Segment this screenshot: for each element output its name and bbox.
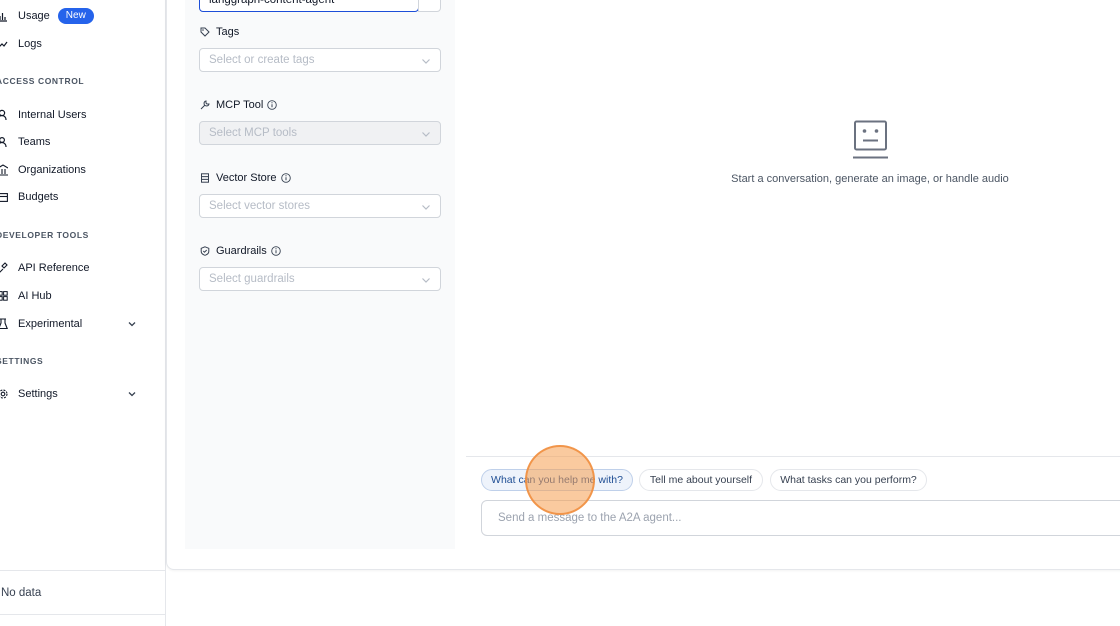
sidebar-item-label: Usage [18,10,50,22]
vector-store-label-text: Vector Store [216,172,277,184]
section-title-access-control: ACCESS CONTROL [0,76,85,86]
info-icon[interactable] [267,100,278,110]
suggestion-chip-about[interactable]: Tell me about yourself [639,469,763,491]
sidebar-item-logs[interactable]: Logs [0,31,42,57]
sidebar-item-label: Logs [18,38,42,50]
sidebar-item-label: Organizations [18,164,86,176]
gear-icon [0,388,8,400]
section-title-developer-tools: DEVELOPER TOOLS [0,230,89,240]
sidebar-item-budgets[interactable]: Budgets [0,184,58,210]
tags-placeholder: Select or create tags [209,54,315,66]
new-badge: New [57,8,94,24]
sidebar-item-label: AI Hub [18,290,52,302]
sidebar-item-teams[interactable]: Teams [0,129,50,155]
sidebar-item-label: Budgets [18,191,59,203]
tags-label: Tags [200,26,239,38]
suggestion-chip-tasks[interactable]: What tasks can you perform? [770,469,927,491]
tags-select[interactable]: Select or create tags [199,48,441,72]
database-icon [201,173,209,183]
info-icon[interactable] [280,173,291,183]
chevron-down-icon [422,59,430,64]
sidebar-item-organizations[interactable]: Organizations [0,157,86,183]
guardrails-placeholder: Select guardrails [209,273,295,285]
info-icon[interactable] [270,246,281,256]
bar-chart-icon [0,10,8,22]
suggestion-chip-help[interactable]: What can you help me with? [481,469,633,491]
sidebar-item-api-reference[interactable]: API Reference [0,255,90,281]
agent-select-value: langgraph-content-agent [209,0,335,6]
user-icon [0,109,8,121]
grid-icon [0,290,8,302]
sidebar-item-settings[interactable]: Settings [0,381,165,407]
robot-icon [853,120,888,159]
sidebar-item-label: Settings [18,388,58,400]
chevron-down-icon [128,322,136,327]
mcp-tool-select[interactable]: Select MCP tools [199,121,441,145]
sidebar-footer: No data [0,570,166,615]
sidebar-item-label: Teams [18,136,51,148]
wallet-icon [0,191,8,203]
wrench-icon [200,100,210,110]
guardrails-label: Guardrails [200,245,281,257]
guardrails-label-text: Guardrails [216,245,267,257]
mcp-tool-label: MCP Tool [200,99,278,111]
vector-store-placeholder: Select vector stores [209,200,310,212]
message-input-placeholder: Send a message to the A2A agent... [498,512,682,524]
shield-icon [200,246,210,256]
sidebar-item-label: Experimental [18,318,83,330]
agent-select-dropdown-button[interactable] [418,0,441,12]
sidebar-item-experimental[interactable]: Experimental [0,311,165,337]
empty-state-text: Start a conversation, generate an image,… [731,173,1009,185]
tags-label-text: Tags [216,26,240,38]
sidebar-item-internal-users[interactable]: Internal Users [0,102,86,128]
bank-icon [0,164,8,176]
api-icon [0,262,8,274]
sidebar-item-usage[interactable]: Usage New [0,3,94,29]
tag-icon [200,27,210,37]
section-title-settings: SETTINGS [0,356,44,366]
chevron-down-icon [422,205,430,210]
message-input[interactable]: Send a message to the A2A agent... [481,500,1120,536]
no-data-text: No data [1,586,42,599]
chevron-down-icon [422,278,430,283]
guardrails-select[interactable]: Select guardrails [199,267,441,291]
chevron-down-icon [128,392,136,397]
sidebar-item-label: Internal Users [18,109,87,121]
vector-store-label: Vector Store [200,172,291,184]
flask-icon [0,318,8,330]
chevron-down-icon [422,132,430,137]
chat-divider [466,456,1120,457]
agent-select[interactable]: langgraph-content-agent [199,0,419,12]
sidebar-item-label: API Reference [18,262,90,274]
team-icon [0,136,8,148]
sidebar-item-ai-hub[interactable]: AI Hub [0,283,52,309]
mcp-tool-label-text: MCP Tool [216,99,264,111]
line-chart-icon [0,38,8,50]
sidebar: Usage New Logs ACCESS CONTROL Internal U… [0,0,166,626]
vector-store-select[interactable]: Select vector stores [199,194,441,218]
mcp-tool-placeholder: Select MCP tools [209,127,297,139]
